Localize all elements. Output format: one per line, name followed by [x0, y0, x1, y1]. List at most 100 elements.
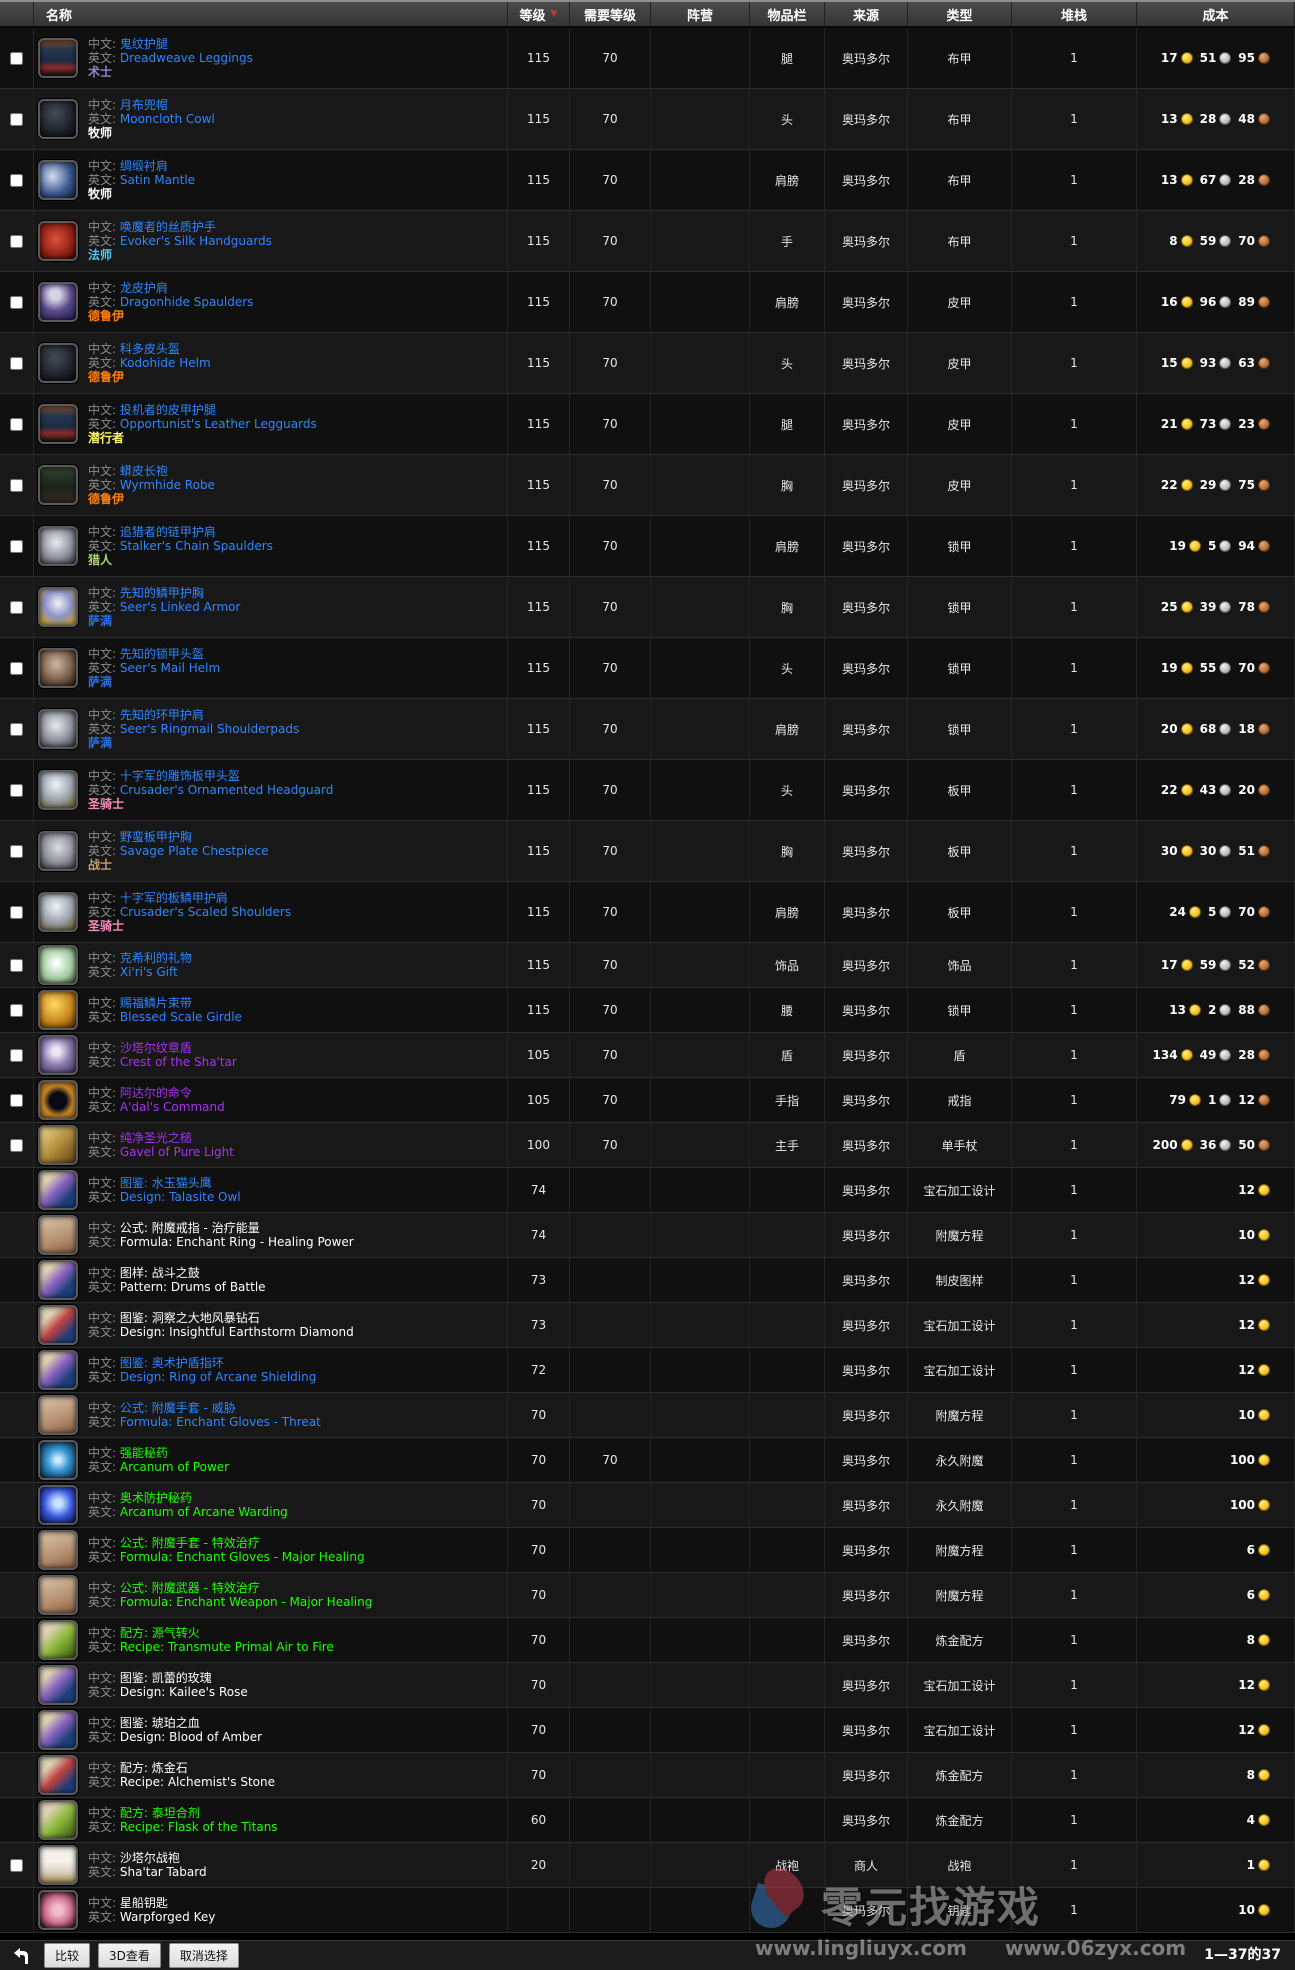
item-icon[interactable]	[38, 465, 78, 505]
item-name-en[interactable]: Design: Kailee's Rose	[120, 1685, 248, 1699]
row-checkbox[interactable]	[10, 1139, 23, 1152]
row-checkbox[interactable]	[10, 959, 23, 972]
item-icon[interactable]	[38, 1080, 78, 1120]
row-checkbox[interactable]	[10, 479, 23, 492]
item-name-cn[interactable]: 先知的鳞甲护胸	[120, 586, 204, 600]
item-name-cn[interactable]: 公式: 附魔戒指 - 治疗能量	[120, 1221, 260, 1235]
item-name-en[interactable]: Blessed Scale Girdle	[120, 1010, 242, 1024]
item-icon[interactable]	[38, 709, 78, 749]
item-name-en[interactable]: Design: Ring of Arcane Shielding	[120, 1370, 316, 1384]
item-name-en[interactable]: Seer's Linked Armor	[120, 600, 241, 614]
item-name-cn[interactable]: 配方: 炼金石	[120, 1761, 188, 1775]
item-icon[interactable]	[38, 1620, 78, 1660]
item-name-en[interactable]: Seer's Ringmail Shoulderpads	[120, 722, 299, 736]
row-checkbox[interactable]	[10, 113, 23, 126]
item-name-cn[interactable]: 星船钥匙	[120, 1896, 168, 1910]
row-checkbox[interactable]	[10, 1049, 23, 1062]
item-name-cn[interactable]: 先知的环甲护肩	[120, 708, 204, 722]
item-name-cn[interactable]: 月布兜帽	[120, 98, 168, 112]
item-name-en[interactable]: Pattern: Drums of Battle	[120, 1280, 266, 1294]
item-name-cn[interactable]: 沙塔尔纹章盾	[120, 1041, 192, 1055]
column-header-stack[interactable]: 堆栈	[1012, 2, 1137, 26]
item-name-en[interactable]: Crest of the Sha'tar	[120, 1055, 237, 1069]
item-name-cn[interactable]: 图鉴: 洞察之大地风暴钻石	[120, 1311, 260, 1325]
item-name-en[interactable]: Seer's Mail Helm	[120, 661, 220, 675]
row-checkbox[interactable]	[10, 1094, 23, 1107]
row-checkbox[interactable]	[10, 418, 23, 431]
row-checkbox[interactable]	[10, 296, 23, 309]
column-header-level[interactable]: 等级▼	[508, 2, 570, 26]
item-name-en[interactable]: A'dal's Command	[120, 1100, 225, 1114]
item-name-en[interactable]: Arcanum of Power	[120, 1460, 229, 1474]
item-icon[interactable]	[38, 99, 78, 139]
item-name-cn[interactable]: 图鉴: 水玉猫头鹰	[120, 1176, 212, 1190]
item-name-cn[interactable]: 野蛮板甲护胸	[120, 830, 192, 844]
item-name-en[interactable]: Wyrmhide Robe	[120, 478, 215, 492]
item-icon[interactable]	[38, 1665, 78, 1705]
item-icon[interactable]	[38, 1710, 78, 1750]
item-icon[interactable]	[38, 526, 78, 566]
item-name-en[interactable]: Opportunist's Leather Legguards	[120, 417, 317, 431]
item-icon[interactable]	[38, 1530, 78, 1570]
item-name-cn[interactable]: 蟒皮长袍	[120, 464, 168, 478]
return-arrow-icon[interactable]	[14, 1947, 34, 1965]
item-icon[interactable]	[38, 892, 78, 932]
item-name-en[interactable]: Formula: Enchant Weapon - Major Healing	[120, 1595, 372, 1609]
item-name-en[interactable]: Dreadweave Leggings	[120, 51, 253, 65]
item-icon[interactable]	[38, 221, 78, 261]
item-icon[interactable]	[38, 1395, 78, 1435]
item-icon[interactable]	[38, 1125, 78, 1165]
item-name-en[interactable]: Mooncloth Cowl	[120, 112, 215, 126]
item-name-cn[interactable]: 图鉴: 凯蕾的玫瑰	[120, 1671, 212, 1685]
item-name-en[interactable]: Formula: Enchant Gloves - Major Healing	[120, 1550, 365, 1564]
item-icon[interactable]	[38, 1485, 78, 1525]
item-name-en[interactable]: Crusader's Ornamented Headguard	[120, 783, 333, 797]
column-header-slot[interactable]: 物品栏	[750, 2, 825, 26]
row-checkbox[interactable]	[10, 784, 23, 797]
item-icon[interactable]	[38, 1170, 78, 1210]
item-name-cn[interactable]: 科多皮头盔	[120, 342, 180, 356]
item-icon[interactable]	[38, 343, 78, 383]
item-icon[interactable]	[38, 587, 78, 627]
item-icon[interactable]	[38, 1305, 78, 1345]
item-name-cn[interactable]: 龙皮护肩	[120, 281, 168, 295]
item-icon[interactable]	[38, 1575, 78, 1615]
item-name-en[interactable]: Recipe: Transmute Primal Air to Fire	[120, 1640, 334, 1654]
item-icon[interactable]	[38, 990, 78, 1030]
item-icon[interactable]	[38, 1035, 78, 1075]
row-checkbox[interactable]	[10, 723, 23, 736]
item-name-cn[interactable]: 图鉴: 琥珀之血	[120, 1716, 200, 1730]
item-name-cn[interactable]: 唤魔者的丝质护手	[120, 220, 216, 234]
item-icon[interactable]	[38, 1845, 78, 1885]
item-name-cn[interactable]: 赐福鳞片束带	[120, 996, 192, 1010]
item-name-cn[interactable]: 克希利的礼物	[120, 951, 192, 965]
item-name-en[interactable]: Design: Talasite Owl	[120, 1190, 241, 1204]
item-name-en[interactable]: Gavel of Pure Light	[120, 1145, 234, 1159]
item-name-cn[interactable]: 先知的锁甲头盔	[120, 647, 204, 661]
item-icon[interactable]	[38, 160, 78, 200]
column-header-faction[interactable]: 阵营	[651, 2, 750, 26]
item-name-cn[interactable]: 十字军的板鳞甲护肩	[120, 891, 228, 905]
item-icon[interactable]	[38, 770, 78, 810]
row-checkbox[interactable]	[10, 1004, 23, 1017]
row-checkbox[interactable]	[10, 906, 23, 919]
item-name-en[interactable]: Kodohide Helm	[120, 356, 211, 370]
row-checkbox[interactable]	[10, 357, 23, 370]
item-name-cn[interactable]: 沙塔尔战袍	[120, 1851, 180, 1865]
item-icon[interactable]	[38, 1260, 78, 1300]
row-checkbox[interactable]	[10, 52, 23, 65]
item-name-en[interactable]: Formula: Enchant Ring - Healing Power	[120, 1235, 354, 1249]
item-name-en[interactable]: Dragonhide Spaulders	[120, 295, 254, 309]
row-checkbox[interactable]	[10, 174, 23, 187]
item-name-cn[interactable]: 图鉴: 奥术护盾指环	[120, 1356, 224, 1370]
item-name-cn[interactable]: 绸缎衬肩	[120, 159, 168, 173]
row-checkbox[interactable]	[10, 1859, 23, 1872]
item-name-en[interactable]: Recipe: Flask of the Titans	[120, 1820, 278, 1834]
item-name-cn[interactable]: 鬼纹护腿	[120, 37, 168, 51]
item-name-en[interactable]: Evoker's Silk Handguards	[120, 234, 272, 248]
deselect-button[interactable]: 取消选择	[169, 1943, 239, 1968]
item-icon[interactable]	[38, 1755, 78, 1795]
item-name-en[interactable]: Sha'tar Tabard	[120, 1865, 207, 1879]
item-name-en[interactable]: Design: Insightful Earthstorm Diamond	[120, 1325, 354, 1339]
item-name-cn[interactable]: 图样: 战斗之鼓	[120, 1266, 200, 1280]
